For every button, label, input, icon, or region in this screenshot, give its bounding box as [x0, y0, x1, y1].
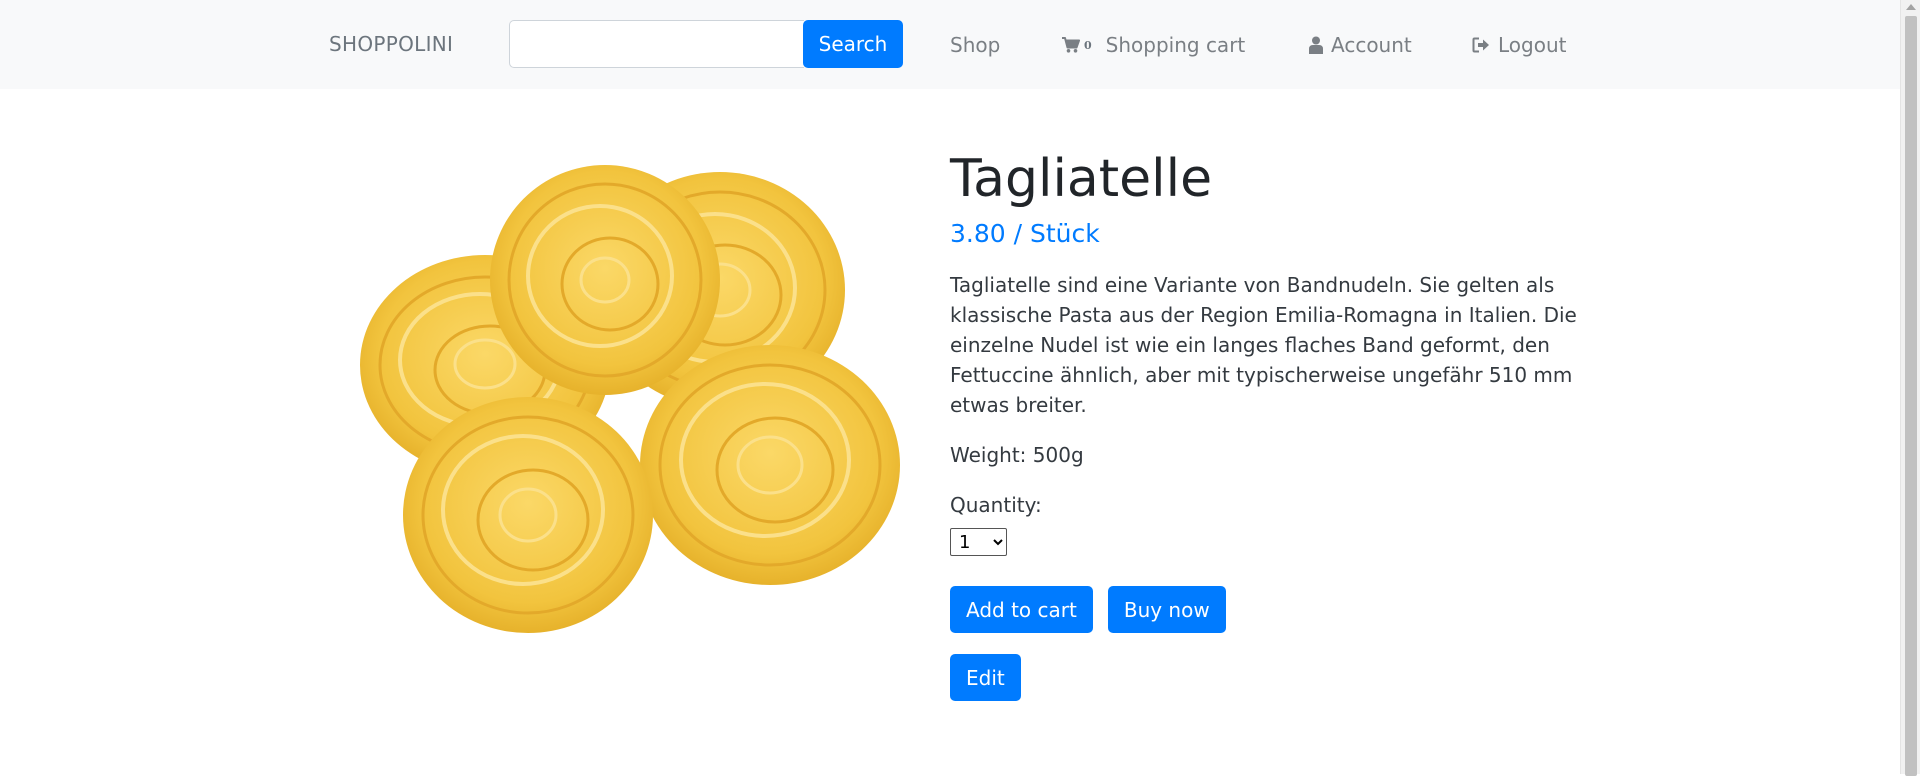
pasta-nest	[490, 165, 720, 395]
quantity-select[interactable]: 1	[950, 528, 1007, 556]
cart-count-badge: 0	[1084, 38, 1092, 52]
nav-logout-label: Logout	[1498, 33, 1567, 57]
shopping-cart-icon	[1062, 37, 1080, 53]
add-to-cart-button[interactable]: Add to cart	[950, 586, 1093, 633]
sign-out-icon	[1472, 37, 1490, 53]
product-image	[350, 150, 910, 640]
search-button[interactable]: Search	[803, 20, 903, 68]
user-icon	[1309, 36, 1323, 54]
nav-cart-label: Shopping cart	[1105, 33, 1246, 57]
buy-now-button[interactable]: Buy now	[1107, 586, 1226, 633]
nav-account-label: Account	[1331, 33, 1412, 57]
product-description: Tagliatelle sind eine Variante von Bandn…	[950, 273, 1577, 417]
vertical-scrollbar[interactable]	[1900, 0, 1920, 776]
action-buttons: Add to cart Buy now	[950, 586, 1590, 633]
product-price: 3.80 / Stück	[950, 219, 1100, 248]
nav-cart-link[interactable]: 0 Shopping cart	[1062, 31, 1245, 59]
nav-shop-link[interactable]: Shop	[950, 31, 1000, 59]
nav-logout-link[interactable]: Logout	[1472, 31, 1566, 59]
product-title: Tagliatelle	[950, 149, 1213, 209]
product-weight: Weight: 500g	[950, 443, 1084, 467]
page: SHOPPOLINI Search Shop 0 Shopping cart A…	[0, 0, 1900, 774]
nav-account-link[interactable]: Account	[1309, 31, 1412, 59]
brand-link[interactable]: SHOPPOLINI	[329, 32, 453, 56]
search-input[interactable]	[509, 20, 804, 68]
pasta-nest	[640, 345, 900, 585]
quantity-label: Quantity:	[950, 493, 1042, 517]
scroll-up-arrow-icon[interactable]	[1906, 4, 1916, 10]
edit-button[interactable]: Edit	[950, 654, 1021, 701]
navbar: SHOPPOLINI Search Shop 0 Shopping cart A…	[0, 0, 1900, 89]
pasta-nest	[403, 397, 653, 633]
product-details: Tagliatelle 3.80 / Stück Tagliatelle sin…	[950, 148, 1590, 701]
nav-shop-label: Shop	[950, 33, 1001, 57]
scrollbar-thumb[interactable]	[1905, 16, 1917, 776]
